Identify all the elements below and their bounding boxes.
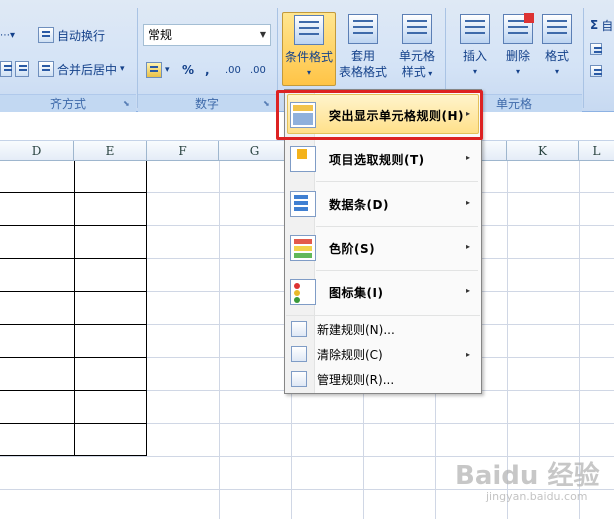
alignment-launcher-icon[interactable]: ⬊ xyxy=(123,99,133,109)
watermark-url: jingyan.baidu.com xyxy=(486,490,588,503)
currency-format-button[interactable]: ▾ xyxy=(146,59,170,81)
wrap-text-icon xyxy=(38,27,54,43)
table-border xyxy=(0,390,147,391)
gridline xyxy=(219,161,220,519)
top-bottom-rules-icon xyxy=(290,146,316,172)
table-border xyxy=(0,357,147,358)
alignment-group-label: 齐方式 xyxy=(0,94,136,112)
merge-center-icon xyxy=(38,61,54,77)
eraser-icon xyxy=(590,65,602,77)
color-scales-icon xyxy=(290,235,316,261)
table-border xyxy=(146,161,147,456)
table-border xyxy=(0,258,147,259)
percent-button[interactable]: % xyxy=(182,59,194,81)
decrease-decimal-button[interactable]: .00 xyxy=(250,59,266,81)
table-border xyxy=(74,161,75,456)
menu-item-color-scales[interactable]: 色阶(S) ▸ xyxy=(285,227,480,269)
insert-cells-icon xyxy=(460,14,490,44)
cell-styles-icon xyxy=(402,14,432,44)
menu-item-manage-rules[interactable]: 管理规则(R)... xyxy=(285,367,480,391)
fill-button[interactable] xyxy=(590,38,602,60)
increase-indent-icon xyxy=(15,61,29,77)
conditional-formatting-icon xyxy=(294,15,324,45)
table-border xyxy=(0,225,147,226)
number-format-select[interactable]: 常规 ▼ xyxy=(143,24,271,46)
table-border xyxy=(0,291,147,292)
submenu-arrow-icon: ▸ xyxy=(465,286,470,295)
format-as-table-icon xyxy=(348,14,378,44)
currency-icon xyxy=(146,62,162,78)
conditional-formatting-button[interactable]: 条件格式 ▾ xyxy=(282,12,336,86)
icon-sets-icon xyxy=(290,279,316,305)
sigma-icon: Σ xyxy=(590,18,599,32)
column-header-f[interactable]: F xyxy=(147,141,219,161)
format-button[interactable]: 格式 ▾ xyxy=(530,12,584,86)
column-header-g[interactable]: G xyxy=(219,141,291,161)
format-as-table-button[interactable]: 套用 表格格式 ▾ xyxy=(336,12,390,96)
format-cells-icon xyxy=(542,14,572,44)
column-header-e[interactable]: E xyxy=(74,141,147,161)
autosum-button[interactable]: Σ 自 xyxy=(590,14,613,36)
delete-cells-icon xyxy=(503,13,534,44)
menu-item-icon-sets[interactable]: 图标集(I) ▸ xyxy=(285,271,480,313)
table-border xyxy=(0,192,147,193)
clear-button[interactable] xyxy=(590,60,602,82)
data-bars-icon xyxy=(290,191,316,217)
submenu-arrow-icon: ▸ xyxy=(465,350,470,359)
fill-down-icon xyxy=(590,43,602,55)
chevron-down-icon: ▾ xyxy=(306,68,311,77)
menu-item-data-bars[interactable]: 数据条(D) ▸ xyxy=(285,183,480,225)
column-header-k[interactable]: K xyxy=(507,141,579,161)
alignment-group: ⋯▾ 自动换行 合并后居中 ▾ 齐方式 ⬊ xyxy=(0,8,136,112)
decrease-indent-icon xyxy=(0,61,12,77)
table-border xyxy=(0,455,147,456)
comma-style-button[interactable]: , xyxy=(205,59,210,81)
menu-separator xyxy=(316,181,478,182)
merge-center-button[interactable]: 合并后居中 ▾ xyxy=(38,58,125,80)
menu-item-clear-rules[interactable]: 清除规则(C) ▸ xyxy=(285,342,480,366)
column-header-l[interactable]: L xyxy=(579,141,614,161)
watermark-logo: Baidu 经验 xyxy=(455,461,600,491)
indent-buttons[interactable] xyxy=(0,58,29,80)
new-rule-icon xyxy=(291,321,307,337)
wrap-text-button[interactable]: 自动换行 xyxy=(38,24,105,46)
column-header-d[interactable]: D xyxy=(0,141,74,161)
orientation-button[interactable]: ⋯▾ xyxy=(0,24,15,46)
increase-decimal-button[interactable]: .00 xyxy=(225,59,241,81)
submenu-arrow-icon: ▸ xyxy=(465,198,470,207)
menu-separator xyxy=(286,315,480,316)
table-border xyxy=(0,324,147,325)
submenu-arrow-icon: ▸ xyxy=(465,242,470,251)
cell-styles-button[interactable]: 单元格 样式 ▾ xyxy=(390,12,444,86)
menu-item-top-bottom-rules[interactable]: 项目选取规则(T) ▸ xyxy=(285,138,480,180)
number-group-label: 数字 xyxy=(138,94,276,112)
manage-rules-icon xyxy=(291,371,307,387)
table-border xyxy=(0,423,147,424)
annotation-highlight-box xyxy=(276,90,483,140)
number-launcher-icon[interactable]: ⬊ xyxy=(263,99,273,109)
submenu-arrow-icon: ▸ xyxy=(465,153,470,162)
clear-rules-icon xyxy=(291,346,307,362)
menu-item-new-rule[interactable]: 新建规则(N)... xyxy=(285,317,480,341)
group-separator xyxy=(583,8,584,108)
chevron-down-icon: ▼ xyxy=(259,30,266,39)
